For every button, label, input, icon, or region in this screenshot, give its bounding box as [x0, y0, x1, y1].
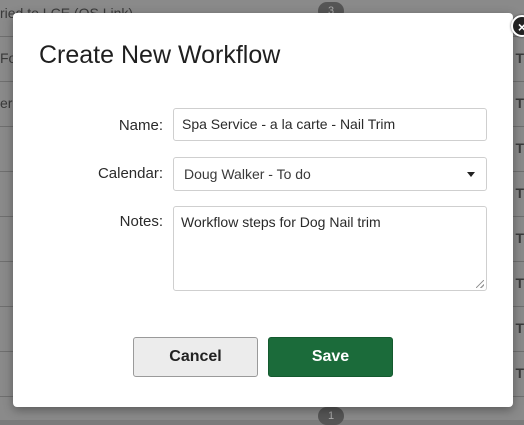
background-row-type: T	[515, 320, 524, 336]
resize-grip-icon[interactable]	[476, 280, 484, 288]
background-row-type: T	[515, 275, 524, 291]
notes-textarea[interactable]: Workflow steps for Dog Nail trim	[173, 206, 487, 291]
save-button[interactable]: Save	[268, 337, 393, 377]
background-count-badge: 1	[318, 407, 344, 425]
background-row-text: er	[0, 95, 13, 111]
cancel-button[interactable]: Cancel	[133, 337, 258, 377]
create-workflow-dialog: Create New Workflow Name: Spa Service - …	[13, 13, 524, 407]
dialog-title: Create New Workflow	[39, 41, 281, 69]
background-row-type: T	[515, 140, 524, 156]
calendar-selected-value: Doug Walker - To do	[184, 166, 311, 182]
close-icon[interactable]: ×	[511, 15, 524, 37]
notes-text: Workflow steps for Dog Nail trim	[181, 214, 381, 230]
background-row-type: T	[515, 185, 524, 201]
calendar-label: Calendar:	[97, 165, 163, 182]
name-label: Name:	[118, 117, 163, 134]
notes-label: Notes:	[119, 213, 163, 230]
name-input[interactable]: Spa Service - a la carte - Nail Trim	[173, 108, 487, 141]
background-row-type: T	[515, 95, 524, 111]
background-row-type: T	[515, 230, 524, 246]
caret-down-icon	[467, 172, 475, 177]
background-row-type: T	[515, 365, 524, 381]
background-row-type: T	[515, 50, 524, 66]
calendar-select[interactable]: Doug Walker - To do	[173, 157, 487, 191]
